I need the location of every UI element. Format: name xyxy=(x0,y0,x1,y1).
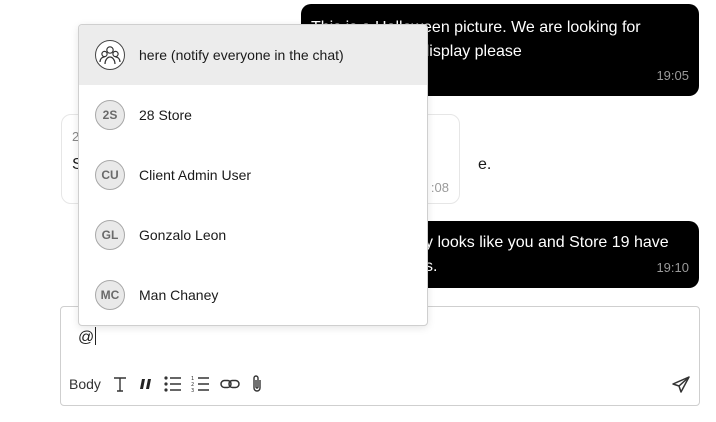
message-timestamp: 19:05 xyxy=(656,68,689,83)
mention-label: Gonzalo Leon xyxy=(139,227,227,243)
numbered-list-icon[interactable]: 123 xyxy=(191,373,211,395)
mention-label: here (notify everyone in the chat) xyxy=(139,47,344,63)
format-toolbar: Body 123 xyxy=(69,373,273,395)
mention-item[interactable]: MC Man Chaney xyxy=(79,265,427,325)
message-input[interactable]: @ xyxy=(78,327,97,347)
text-format-icon[interactable] xyxy=(111,373,129,395)
mention-label: 28 Store xyxy=(139,107,192,123)
avatar: GL xyxy=(95,220,125,250)
svg-text:3: 3 xyxy=(191,388,194,393)
avatar: CU xyxy=(95,160,125,190)
send-icon[interactable] xyxy=(669,373,693,397)
mention-item[interactable]: CU Client Admin User xyxy=(79,145,427,205)
body-style-button[interactable]: Body xyxy=(69,373,101,395)
link-icon[interactable] xyxy=(219,373,241,395)
mention-label: Man Chaney xyxy=(139,287,219,303)
mention-suggestions-popup: here (notify everyone in the chat) 2S 28… xyxy=(78,24,428,326)
mention-item[interactable]: GL Gonzalo Leon xyxy=(79,205,427,265)
message-timestamp: :08 xyxy=(430,180,449,195)
quote-icon[interactable] xyxy=(137,373,155,395)
mention-item[interactable]: 2S 28 Store xyxy=(79,85,427,145)
message-timestamp: 19:10 xyxy=(656,260,689,275)
bulleted-list-icon[interactable] xyxy=(163,373,183,395)
mention-label: Client Admin User xyxy=(139,167,252,183)
group-icon xyxy=(95,40,125,70)
attachment-icon[interactable] xyxy=(249,373,265,395)
avatar: 2S xyxy=(95,100,125,130)
mention-item-here[interactable]: here (notify everyone in the chat) xyxy=(79,25,427,85)
message-text: y looks like you and Store 19 have xyxy=(425,234,669,251)
text-caret xyxy=(95,327,97,345)
message-input-value: @ xyxy=(78,329,95,346)
avatar: MC xyxy=(95,280,125,310)
message-text: e. xyxy=(478,156,492,173)
